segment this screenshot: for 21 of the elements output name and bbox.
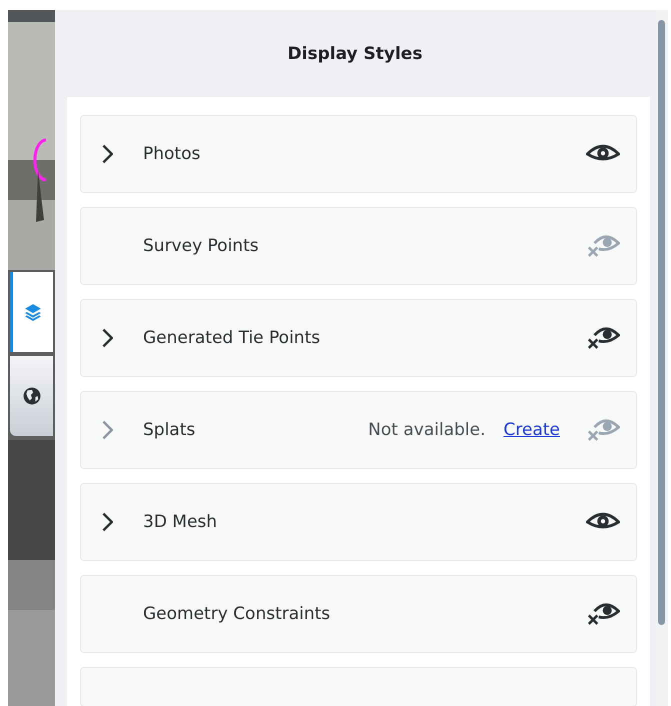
panel-title: Display Styles bbox=[288, 44, 422, 64]
layer-row[interactable]: 3D Mesh bbox=[80, 483, 637, 561]
layer-name: Photos bbox=[143, 144, 200, 164]
layer-name: 3D Mesh bbox=[143, 512, 218, 532]
layer-row[interactable]: Photos bbox=[80, 115, 637, 193]
layer-name: Splats bbox=[143, 420, 196, 440]
globe-icon bbox=[22, 387, 40, 405]
layer-name: Survey Points bbox=[143, 236, 259, 256]
layer-row[interactable]: Generated Tie Points bbox=[80, 299, 637, 377]
layer-row[interactable]: Geometry Constraints bbox=[80, 575, 637, 653]
layers-icon bbox=[24, 303, 42, 321]
layer-name: Generated Tie Points bbox=[143, 328, 320, 348]
hidden-eye-icon[interactable] bbox=[586, 601, 620, 627]
chevron-icon[interactable] bbox=[101, 512, 113, 532]
scrollbar-thumb[interactable] bbox=[658, 20, 665, 625]
layer-name: Geometry Constraints bbox=[143, 604, 330, 624]
status-text: Not available. bbox=[368, 420, 486, 440]
hidden-eye-icon[interactable] bbox=[586, 325, 620, 351]
chevron-icon[interactable] bbox=[101, 328, 113, 348]
side-tab[interactable] bbox=[10, 356, 53, 436]
chevron-icon[interactable] bbox=[101, 144, 113, 164]
